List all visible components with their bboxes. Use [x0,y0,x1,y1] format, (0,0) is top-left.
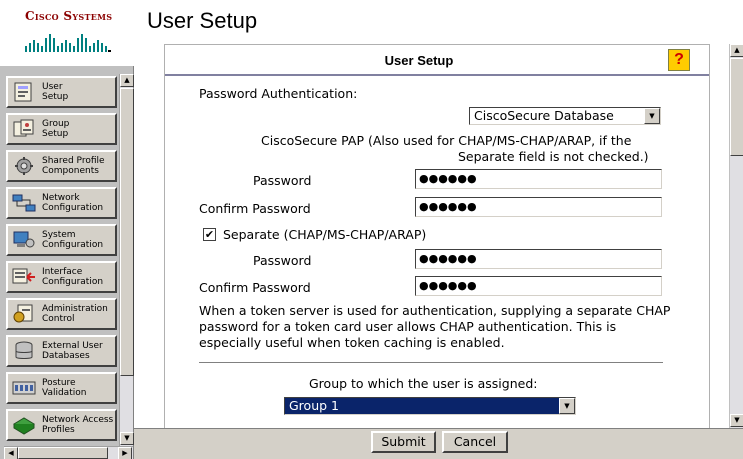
sidebar-item-label: Group Setup [42,119,70,139]
confirm-password-label: Confirm Password [199,201,311,216]
scroll-down-icon[interactable]: ▼ [120,432,134,445]
group-select-value: Group 1 [289,398,339,413]
group-assign-label: Group to which the user is assigned: [309,376,538,391]
sidebar-horizontal-scrollbar[interactable]: ◀ ▶ [4,446,133,459]
password-field[interactable]: ●●●●●● [415,169,662,189]
scroll-left-icon[interactable]: ◀ [4,447,18,459]
confirm-password-field[interactable]: ●●●●●● [415,197,662,217]
sidebar-item-label: External User Databases [42,341,103,361]
sidebar-item-network-access[interactable]: Network Access Profiles [6,409,117,441]
page-title: User Setup [147,8,258,33]
sidebar-nav: User Setup Group Setup Shared Profile Co… [4,74,119,446]
chevron-down-icon[interactable]: ▼ [559,398,575,414]
network-access-icon [10,413,38,437]
password-auth-label: Password Authentication: [199,86,358,101]
sidebar-item-interface-config[interactable]: Interface Configuration [6,261,117,293]
auth-database-select[interactable]: CiscoSecure Database ▼ [469,107,661,125]
sidebar-item-administration[interactable]: Administration Control [6,298,117,330]
sidebar-item-label: User Setup [42,82,69,102]
sidebar-scroll-thumb[interactable] [120,88,134,376]
sidebar-item-label: System Configuration [42,230,104,250]
separate-label: Separate (CHAP/MS-CHAP/ARAP) [223,227,427,242]
separate-password-label: Password [253,253,312,268]
pap-note-line2: Separate field is not checked.) [458,149,649,164]
logo-text: Cisco Systems [25,9,113,23]
password-label: Password [253,173,312,188]
sidebar-item-posture[interactable]: Posture Validation [6,372,117,404]
chevron-down-icon[interactable]: ▼ [644,108,660,124]
sidebar-item-label: Interface Configuration [42,267,104,287]
sidebar-item-label: Shared Profile Components [42,156,105,176]
content-vertical-scrollbar[interactable]: ▲ ▼ [729,44,743,428]
auth-database-value: CiscoSecure Database [474,108,614,123]
sidebar-item-label: Network Configuration [42,193,104,213]
panel-title: User Setup [384,53,454,68]
user-setup-icon [10,80,38,104]
separate-checkbox[interactable]: ✔ [203,228,216,241]
sidebar-hscroll-thumb[interactable] [18,447,108,459]
sidebar-item-group-setup[interactable]: Group Setup [6,113,117,145]
sidebar-item-external-db[interactable]: External User Databases [6,335,117,367]
sidebar-item-network-config[interactable]: Network Configuration [6,187,117,219]
user-setup-panel: User Setup ? Password Authentication: Ci… [164,44,710,428]
content-frame: User Setup ? Password Authentication: Ci… [134,44,743,428]
pap-note-line1: CiscoSecure PAP (Also used for CHAP/MS-C… [261,133,632,148]
logo-bars-icon [25,34,111,52]
scroll-up-icon[interactable]: ▲ [730,44,743,57]
system-config-icon [10,228,38,252]
administration-icon [10,302,38,326]
sidebar-item-label: Posture Validation [42,378,87,398]
sidebar: User Setup Group Setup Shared Profile Co… [0,66,134,459]
posture-icon [10,376,38,400]
separate-confirm-password-label: Confirm Password [199,280,311,295]
scroll-down-icon[interactable]: ▼ [730,414,743,427]
panel-top-rule [165,44,709,45]
group-setup-icon [10,117,38,141]
sidebar-item-system-config[interactable]: System Configuration [6,224,117,256]
group-select[interactable]: Group 1 ▼ [284,397,576,415]
section-divider [199,362,663,364]
scroll-right-icon[interactable]: ▶ [118,447,132,459]
separate-password-field[interactable]: ●●●●●● [415,249,662,269]
help-button[interactable]: ? [668,49,690,71]
database-icon [10,339,38,363]
content-scroll-thumb[interactable] [730,58,743,156]
shared-profile-icon [10,154,38,178]
scroll-up-icon[interactable]: ▲ [120,74,134,87]
cancel-button[interactable]: Cancel [442,431,508,453]
network-config-icon [10,191,38,215]
action-bar: Submit Cancel [134,428,743,459]
cisco-logo: Cisco Systems [0,0,134,66]
sidebar-item-shared-profile[interactable]: Shared Profile Components [6,150,117,182]
separate-confirm-password-field[interactable]: ●●●●●● [415,276,662,296]
sidebar-item-user-setup[interactable]: User Setup [6,76,117,108]
sidebar-item-label: Network Access Profiles [42,415,114,435]
token-note: When a token server is used for authenti… [199,303,671,350]
title-rule [165,74,709,76]
interface-config-icon [10,265,38,289]
sidebar-vertical-scrollbar[interactable]: ▲ ▼ [119,74,134,446]
submit-button[interactable]: Submit [371,431,436,453]
sidebar-item-label: Administration Control [42,304,108,324]
